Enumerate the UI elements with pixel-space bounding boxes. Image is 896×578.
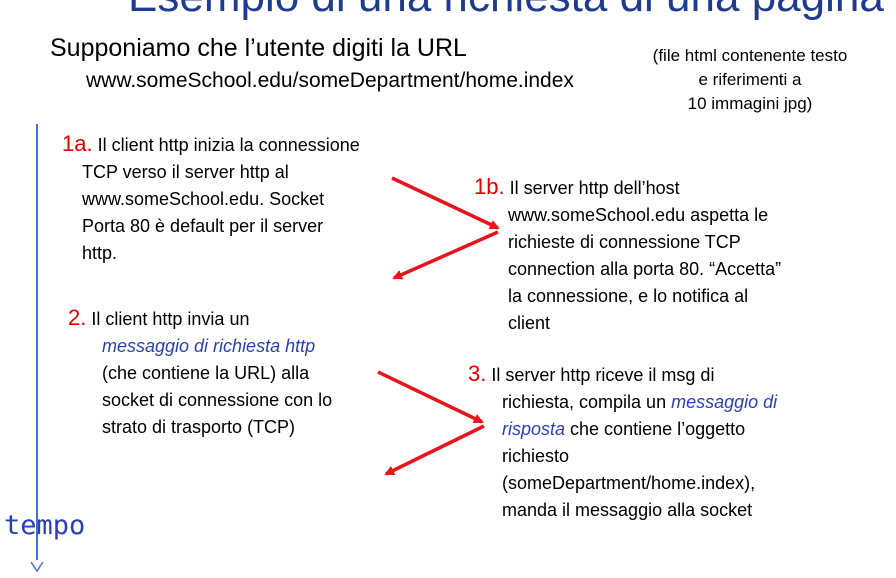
time-label: tempo [4, 510, 86, 541]
arrow-client-to-server-1 [391, 176, 500, 230]
timeline-arrowhead [30, 561, 44, 573]
arrow-server-to-client-1 [392, 230, 499, 280]
message-arrows [30, 176, 500, 573]
timeline-axis [36, 124, 38, 560]
arrow-server-to-client-2 [384, 424, 485, 476]
arrow-client-to-server-2 [377, 370, 484, 424]
